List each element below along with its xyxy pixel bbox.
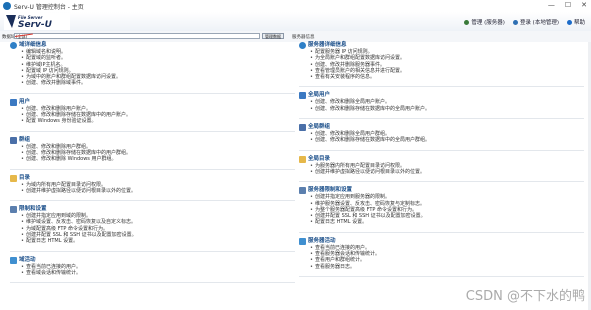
section-folder: 目录为域内所有用户配置目录访问权限。创建并维护虚拟路径以便访问根目录以外的位置。 xyxy=(10,174,295,195)
window-title: Serv-U 管理控制台 - 主页 xyxy=(14,4,84,11)
section-item: 配置 Windows 身份验证设置。 xyxy=(21,118,289,125)
section-item: 创建、修改和删除存储在数据库中的全局用户账户。 xyxy=(310,106,578,113)
help-icon xyxy=(566,19,572,25)
section-settings: 服务器限制和设置创建并指定应用到服务器的限制。维护服务器设置、反攻击、密码恢复与… xyxy=(299,187,584,226)
section-item: 创建并维护虚拟路径以便访问根目录以外的位置。 xyxy=(310,169,578,176)
app-icon xyxy=(3,2,11,10)
section-globe: 服务器详细信息配置服务器 IP 访问规则。为全局账户和群组配置数据库访问设置。创… xyxy=(299,42,584,81)
folder-icon xyxy=(299,155,306,163)
domain-sections-column: 域详细信息编辑域名和说明。配置域的监听者。维护域IP主机名。配置域 IP 访问规… xyxy=(10,42,295,288)
minimize-button[interactable]: — xyxy=(548,1,555,9)
section-group: 全局群组创建、修改和删除全局用户群组。创建、修改和删除存储在数据库中的全局用户群… xyxy=(299,124,584,144)
section-title[interactable]: 服务器详细信息 xyxy=(308,42,578,49)
main-content: 域详细信息编辑域名和说明。配置域的监听者。维护域IP主机名。配置域 IP 访问规… xyxy=(0,42,588,310)
manage-data-button[interactable]: 管理数据 xyxy=(262,33,284,39)
section-item: 查看服务器日志。 xyxy=(310,264,578,271)
maximize-button[interactable]: ☐ xyxy=(565,1,571,9)
section-title[interactable]: 群组 xyxy=(19,137,289,144)
settings-icon xyxy=(10,206,17,214)
gear-icon xyxy=(464,19,470,25)
globe-icon xyxy=(299,42,306,49)
group-icon xyxy=(10,136,17,144)
section-activity: 服务器活动查看当前已连接的用户。查看服务器会话和传输统计。查看用户和群组统计。查… xyxy=(299,237,584,271)
section-divider xyxy=(10,92,295,94)
section-item: 查看域会话和传输统计。 xyxy=(21,270,289,277)
section-divider xyxy=(299,149,584,151)
user-icon xyxy=(10,98,17,106)
login-local-link[interactable]: 登录 (本地管理) xyxy=(512,18,559,26)
window-controls: — ☐ ✕ xyxy=(548,1,587,9)
user-icon xyxy=(512,19,518,25)
section-title[interactable]: 用户 xyxy=(19,99,289,106)
section-folder: 全局目录为服务器内所有用户配置目录访问权限。创建并维护虚拟路径以便访问根目录以外… xyxy=(299,155,584,176)
section-title[interactable]: 目录 xyxy=(19,175,289,182)
manage-server-link[interactable]: 管理 (服务器) xyxy=(464,18,505,26)
section-divider xyxy=(299,275,584,277)
activity-icon xyxy=(10,256,17,264)
section-user: 全局用户创建、修改和删除全局用户账户。创建、修改和删除存储在数据库中的全局用户账… xyxy=(299,92,584,112)
folder-icon xyxy=(10,174,17,182)
section-globe: 域详细信息编辑域名和说明。配置域的监听者。维护域IP主机名。配置域 IP 访问规… xyxy=(10,42,295,87)
section-divider xyxy=(299,118,584,120)
section-group: 群组创建、修改和删除用户群组。创建、修改和删除存储在数据库中的用户群组。创建、修… xyxy=(10,136,295,163)
logo-main-text: Serv-U xyxy=(18,20,53,30)
section-item: 创建、修改和删除 Windows 用户群组。 xyxy=(21,156,289,163)
activity-icon xyxy=(299,237,306,245)
section-divider xyxy=(299,181,584,183)
section-title[interactable]: 域活动 xyxy=(19,257,289,264)
section-item: 创建、修改并删除域事件。 xyxy=(21,80,289,87)
section-divider xyxy=(299,86,584,88)
close-button[interactable]: ✕ xyxy=(581,1,587,9)
section-user: 用户创建、修改和删除用户账户。创建、修改和删除存储在数据库中的用户账户。配置 W… xyxy=(10,98,295,125)
app-header: File Server Serv-U 管理 (服务器) 登录 (本地管理) 帮助 xyxy=(0,12,591,32)
section-title[interactable]: 全局目录 xyxy=(308,156,578,163)
section-divider xyxy=(10,250,295,252)
section-divider xyxy=(10,130,295,132)
section-divider xyxy=(10,282,295,284)
help-link[interactable]: 帮助 xyxy=(566,18,585,26)
section-item: 配置日志 HTML 设置。 xyxy=(310,219,578,226)
section-item: 查看有关安装程序的信息。 xyxy=(310,74,578,81)
section-divider xyxy=(10,200,295,202)
section-item: 配置日志 HTML 设置。 xyxy=(21,238,289,245)
section-settings: 限制和设置创建并指定应用到域的限制。维护域设置、反攻击、密码恢复以及自定义标志。… xyxy=(10,206,295,245)
user-icon xyxy=(299,92,306,100)
watermark-text: CSDN @不下水的鸭 xyxy=(465,289,585,304)
section-title[interactable]: 服务器活动 xyxy=(308,238,578,245)
server-info-label: 服务器信息 xyxy=(292,35,315,40)
section-item: 创建、修改和删除存储在数据库中的全局用户群组。 xyxy=(310,137,578,144)
domain-select[interactable]: (全部) xyxy=(14,33,260,39)
section-title[interactable]: 域详细信息 xyxy=(19,42,289,49)
section-item: 创建并维护虚拟路径以便访问根目录以外的位置。 xyxy=(21,188,289,195)
section-divider xyxy=(10,168,295,170)
server-sections-column: 服务器详细信息配置服务器 IP 访问规则。为全局账户和群组配置数据库访问设置。创… xyxy=(299,42,584,282)
header-links: 管理 (服务器) 登录 (本地管理) 帮助 xyxy=(464,18,585,26)
settings-icon xyxy=(299,187,306,195)
section-divider xyxy=(299,231,584,233)
serv-u-logo: File Server Serv-U xyxy=(4,13,70,30)
globe-icon xyxy=(10,42,17,49)
group-icon xyxy=(299,124,306,132)
section-activity: 域活动查看当前已连接的用户。查看域会话和传输统计。 xyxy=(10,256,295,277)
